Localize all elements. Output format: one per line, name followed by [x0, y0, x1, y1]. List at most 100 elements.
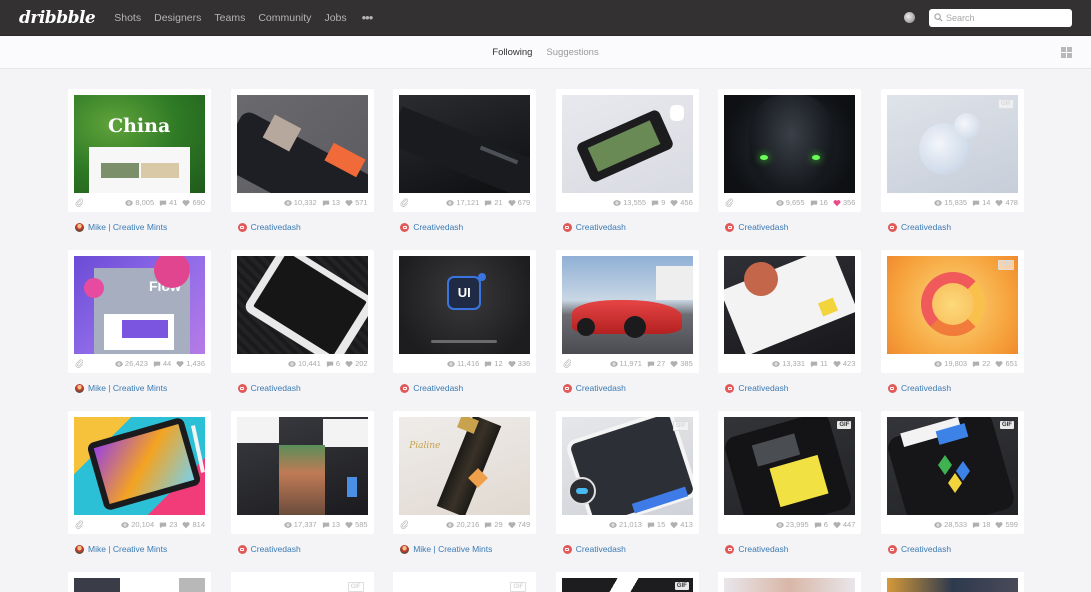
views-count[interactable]: 17,337 — [284, 520, 317, 529]
author-avatar[interactable] — [400, 383, 410, 393]
author-name[interactable]: Creativedash — [413, 222, 463, 232]
shot-thumbnail[interactable]: GIF — [886, 256, 1018, 354]
shot-thumbnail[interactable] — [724, 256, 856, 354]
nav-teams[interactable]: Teams — [214, 12, 245, 24]
shot-thumbnail[interactable]: GIF — [724, 417, 856, 515]
likes-count[interactable]: 413 — [670, 520, 693, 529]
shot-thumbnail[interactable] — [561, 256, 693, 354]
nav-community[interactable]: Community — [258, 12, 311, 24]
shot-author[interactable]: Creativedash — [725, 544, 861, 554]
author-avatar[interactable] — [725, 383, 735, 393]
shot-thumbnail[interactable]: GIF — [561, 417, 693, 515]
shot-author[interactable]: Creativedash — [400, 383, 536, 393]
author-avatar[interactable] — [75, 222, 84, 232]
shot-author[interactable]: Creativedash — [237, 544, 374, 554]
shot-author[interactable]: Creativedash — [725, 383, 861, 393]
views-count[interactable]: 11,416 — [447, 359, 479, 368]
views-count[interactable]: 21,013 — [609, 520, 642, 529]
shot-thumbnail[interactable] — [74, 578, 205, 592]
shot-thumbnail[interactable] — [236, 417, 368, 515]
shot-thumbnail[interactable]: China — [74, 95, 205, 193]
comments-count[interactable]: 21 — [484, 198, 503, 207]
shot-thumbnail[interactable] — [724, 578, 856, 592]
shot-thumbnail[interactable]: Pialine — [399, 417, 531, 515]
likes-count[interactable]: 585 — [345, 520, 368, 529]
shot-author[interactable]: Creativedash — [887, 222, 1024, 232]
views-count[interactable]: 28,533 — [934, 520, 967, 529]
dribbble-logo[interactable]: dribbble — [19, 8, 96, 28]
comments-count[interactable]: 13 — [322, 198, 340, 207]
shot-author[interactable]: Creativedash — [562, 222, 699, 232]
likes-count[interactable]: 336 — [508, 359, 530, 368]
shot-thumbnail[interactable] — [561, 95, 693, 193]
author-name[interactable]: Creativedash — [901, 544, 951, 554]
author-avatar[interactable] — [562, 544, 572, 554]
views-count[interactable]: 8,005 — [125, 198, 154, 207]
views-count[interactable]: 17,121 — [446, 198, 479, 207]
likes-count[interactable]: 423 — [833, 359, 855, 368]
shot-author[interactable]: Creativedash — [237, 383, 374, 393]
views-count[interactable]: 23,995 — [776, 520, 809, 529]
likes-count[interactable]: 447 — [833, 520, 855, 529]
search-input[interactable] — [946, 12, 1066, 23]
comments-count[interactable]: 23 — [159, 520, 177, 529]
shot-author[interactable]: Creativedash — [237, 222, 374, 232]
comments-count[interactable]: 14 — [972, 198, 990, 207]
nav-designers[interactable]: Designers — [154, 12, 201, 24]
comments-count[interactable]: 12 — [484, 359, 503, 368]
likes-count[interactable]: 202 — [345, 359, 368, 368]
author-avatar[interactable] — [562, 383, 572, 393]
shot-author[interactable]: Creativedash — [887, 544, 1024, 554]
author-avatar[interactable] — [887, 544, 897, 554]
comments-count[interactable]: 29 — [484, 520, 503, 529]
likes-count[interactable]: 814 — [182, 520, 205, 529]
shot-author[interactable]: Creativedash — [562, 544, 699, 554]
nav-jobs[interactable]: Jobs — [324, 12, 346, 24]
attachment-icon[interactable] — [563, 359, 572, 368]
shot-author[interactable]: Creativedash — [400, 222, 536, 232]
author-name[interactable]: Creativedash — [251, 222, 301, 232]
comments-count[interactable]: 16 — [810, 198, 828, 207]
search-box[interactable] — [929, 8, 1072, 27]
author-avatar[interactable] — [725, 222, 735, 232]
shot-thumbnail[interactable]: GIF — [886, 95, 1018, 193]
author-name[interactable]: Creativedash — [251, 383, 301, 393]
views-count[interactable]: 20,216 — [446, 520, 479, 529]
comments-count[interactable]: 27 — [647, 359, 665, 368]
author-avatar[interactable] — [237, 222, 247, 232]
author-avatar[interactable] — [887, 383, 897, 393]
shot-thumbnail[interactable]: UI — [399, 256, 531, 354]
views-count[interactable]: 15,835 — [934, 198, 967, 207]
views-count[interactable]: 20,104 — [121, 520, 154, 529]
author-name[interactable]: Creativedash — [251, 544, 301, 554]
comments-count[interactable]: 15 — [647, 520, 665, 529]
account-avatar-icon[interactable] — [904, 12, 915, 23]
likes-count[interactable]: 456 — [670, 198, 693, 207]
likes-count[interactable]: 571 — [345, 198, 368, 207]
views-count[interactable]: 19,803 — [934, 359, 967, 368]
shot-author[interactable]: Mike | Creative Mints — [75, 383, 211, 393]
shot-thumbnail[interactable] — [724, 95, 856, 193]
shot-author[interactable]: Mike | Creative Mints — [400, 544, 536, 554]
attachment-icon[interactable] — [75, 359, 84, 368]
author-avatar[interactable] — [725, 544, 735, 554]
comments-count[interactable]: 44 — [153, 359, 171, 368]
author-name[interactable]: Creativedash — [576, 383, 626, 393]
views-count[interactable]: 13,555 — [613, 198, 646, 207]
author-avatar[interactable] — [400, 544, 410, 554]
author-name[interactable]: Creativedash — [738, 544, 788, 554]
author-name[interactable]: Creativedash — [901, 383, 951, 393]
comments-count[interactable]: 22 — [972, 359, 990, 368]
shot-thumbnail[interactable] — [74, 417, 205, 515]
tab-following[interactable]: Following — [492, 47, 532, 58]
author-name[interactable]: Mike | Creative Mints — [413, 544, 492, 554]
author-avatar[interactable] — [237, 544, 247, 554]
views-count[interactable]: 26,423 — [115, 359, 148, 368]
shot-thumbnail[interactable]: GIF — [561, 578, 693, 592]
author-avatar[interactable] — [562, 222, 572, 232]
author-avatar[interactable] — [237, 383, 247, 393]
likes-count-liked[interactable]: 356 — [833, 198, 855, 207]
shot-thumbnail[interactable]: GIF — [236, 578, 368, 592]
views-count[interactable]: 11,971 — [609, 359, 642, 368]
shot-author[interactable]: Creativedash — [725, 222, 861, 232]
